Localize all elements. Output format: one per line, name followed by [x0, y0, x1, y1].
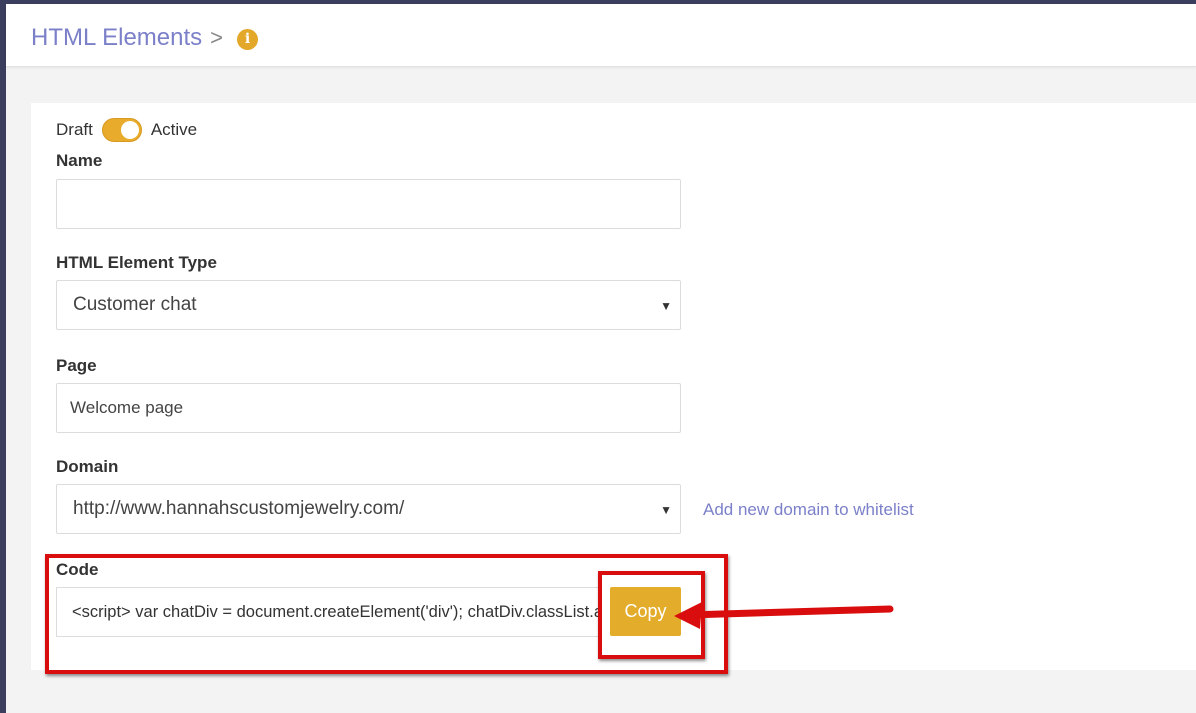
name-label: Name [56, 151, 103, 170]
element-type-label: HTML Element Type [56, 253, 217, 272]
annotation-arrow-icon [674, 602, 894, 629]
page-title[interactable]: HTML Elements [31, 24, 202, 52]
draft-label: Draft [56, 120, 93, 139]
domain-label: Domain [56, 457, 119, 476]
info-icon[interactable]: i [237, 28, 259, 50]
status-toggle[interactable] [101, 118, 142, 142]
element-type-value: Customer chat [73, 294, 197, 315]
toggle-knob [120, 121, 139, 139]
page-input[interactable]: Welcome page [56, 383, 681, 433]
add-domain-whitelist-link[interactable]: Add new domain to whitelist [703, 500, 914, 520]
breadcrumb-separator: > [210, 25, 224, 50]
status-toggle-row: Draft Active [56, 118, 197, 142]
breadcrumb: HTML Elements > i [31, 24, 259, 52]
domain-value: http://www.hannahscustomjewelry.com/ [73, 498, 405, 519]
left-border [0, 0, 6, 713]
name-input[interactable] [56, 179, 681, 229]
domain-select[interactable]: http://www.hannahscustomjewelry.com/ ▼ [56, 484, 681, 534]
select-caret-icon: ▼ [660, 299, 672, 313]
select-caret-icon: ▼ [660, 503, 672, 517]
page-label: Page [56, 356, 97, 375]
active-label: Active [150, 120, 198, 139]
element-type-select[interactable]: Customer chat ▼ [56, 280, 681, 330]
page-header: HTML Elements > i [6, 4, 1196, 67]
